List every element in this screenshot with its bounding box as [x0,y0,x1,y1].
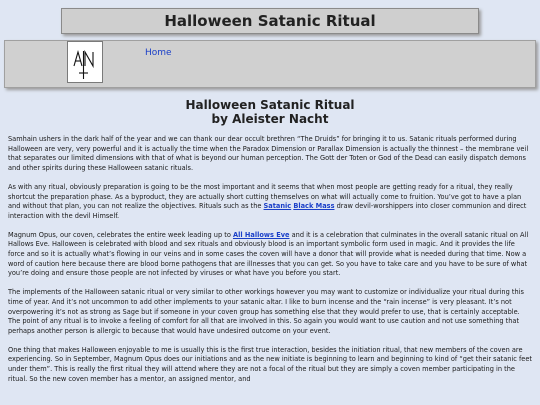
paragraph-1: Samhain ushers in the dark half of the y… [8,135,529,173]
black-mass-link[interactable]: Black Mass [293,202,334,210]
article-byline: by Aleister Nacht [211,112,329,126]
article-title: Halloween Satanic Ritual by Aleister Nac… [8,98,532,126]
paragraph-5: One thing that makes Halloween enjoyable… [8,345,532,383]
article: Halloween Satanic Ritual by Aleister Nac… [8,98,532,384]
header-bar: Home [4,40,536,88]
paragraph-3: Magnum Opus, our coven, celebrates the e… [8,231,532,280]
paragraph-2: As with any ritual, obviously preparatio… [8,183,532,222]
satanic-link[interactable]: Satanic [264,202,292,210]
site-title: Halloween Satanic Ritual [164,12,376,30]
paragraph-3-text-a: Magnum Opus, our coven, celebrates the e… [8,230,233,239]
site-title-bar: Halloween Satanic Ritual [61,8,479,34]
all-hallows-eve-link[interactable]: All Hallows Eve [233,231,290,239]
site-logo[interactable] [67,41,103,83]
an-sigil-icon [73,49,94,79]
paragraph-4: The implements of the Halloween satanic … [8,288,524,335]
nav-home-link[interactable]: Home [145,48,172,58]
article-title-text: Halloween Satanic Ritual [185,98,355,112]
